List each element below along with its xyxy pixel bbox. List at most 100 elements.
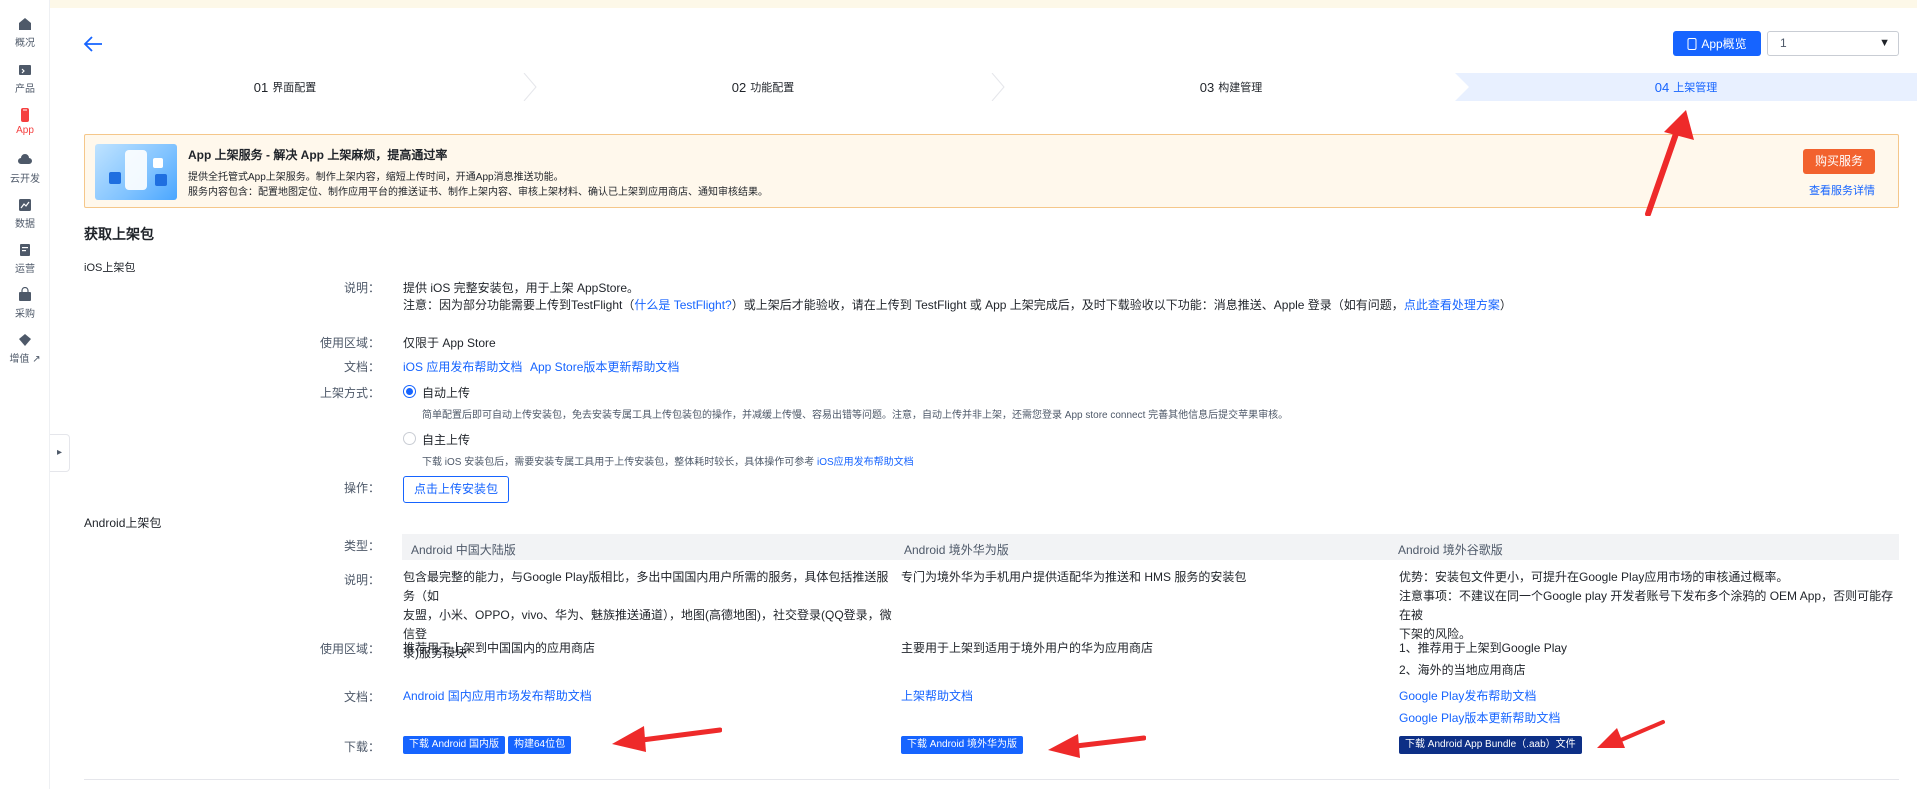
ios-desc-note: 注意：因为部分功能需要上传到TestFlight（什么是 TestFlight?… (403, 296, 1512, 313)
step-build-manage[interactable]: 03 构建管理 (1006, 73, 1456, 101)
manual-upload-desc: 下载 iOS 安装包后，需要安装专属工具用于上传安装包，整体耗时较长，具体操作可… (422, 453, 914, 468)
ios-desc-text: 提供 iOS 完整安装包，用于上架 AppStore。 (403, 281, 640, 295)
step-label: 构建管理 (1218, 82, 1263, 94)
step-release-manage[interactable]: 04 上架管理 (1455, 73, 1917, 101)
ios-subtitle: iOS上架包 (84, 262, 136, 274)
app-select[interactable]: 1 ▼ (1767, 31, 1899, 56)
step-separator (991, 73, 1005, 101)
step-label: 界面配置 (272, 82, 317, 94)
google-play-doc-link[interactable]: Google Play发布帮助文档 (1399, 687, 1536, 706)
buy-service-button[interactable]: 购买服务 (1803, 149, 1875, 174)
phone-icon (1687, 37, 1697, 50)
rail-item-app[interactable]: App (0, 105, 50, 145)
download-android-cn-button[interactable]: 下载 Android 国内版 (403, 736, 506, 754)
banner-service-content: 服务内容包含：配置地图定位、制作应用平台的推送证书、制作上架内容、审核上架材料、… (188, 187, 768, 198)
ios-release-doc-link[interactable]: iOS 应用发布帮助文档 (403, 358, 522, 375)
manual-upload-radio[interactable] (403, 432, 416, 445)
service-detail-link[interactable]: 查看服务详情 (1809, 182, 1875, 198)
step-number: 01 (253, 79, 269, 95)
rail-item-overview[interactable]: 概况 (0, 14, 50, 54)
cloud-icon (18, 154, 32, 164)
product-icon (19, 65, 31, 75)
left-rail: 概况 产品 App 云开发 数据 运营 采购 增值 ↗ (0, 0, 50, 789)
banner-title: App 上架服务 - 解决 App 上架麻烦，提高通过率 (188, 148, 448, 162)
upload-package-button[interactable]: 点击上传安装包 (403, 476, 509, 503)
step-function-config[interactable]: 02 功能配置 (538, 73, 988, 101)
banner-description: 提供全托管式App上架服务。制作上架内容，缩短上传时间，开通App消息推送功能。 (188, 172, 564, 183)
ios-note-text: 注意：因为部分功能需要上传到TestFlight（ (403, 298, 635, 312)
step-number: 03 (1199, 79, 1215, 95)
app-icon (21, 108, 29, 122)
region-line: 2、海外的当地应用商店 (1399, 663, 1526, 677)
step-label: 功能配置 (750, 82, 795, 94)
ios-doc-label: 文档： (343, 360, 380, 374)
back-arrow-icon[interactable] (82, 34, 104, 54)
service-illustration (95, 144, 177, 200)
android-cn-doc-link[interactable]: Android 国内应用市场发布帮助文档 (403, 687, 592, 706)
operation-icon (20, 244, 30, 256)
rail-item-label: App (16, 125, 34, 136)
annotation-arrow (1048, 734, 1146, 758)
rail-item-purchase[interactable]: 采购 (0, 285, 50, 325)
step-label: 上架管理 (1673, 82, 1718, 94)
manual-upload-text: 下载 iOS 安装包后，需要安装专属工具用于上传安装包，整体耗时较长，具体操作可… (422, 457, 815, 468)
annotation-arrow (1597, 720, 1665, 748)
download-android-huawei-button[interactable]: 下载 Android 境外华为版 (901, 736, 1024, 754)
rail-item-data[interactable]: 数据 (0, 195, 50, 235)
ios-region-value: 仅限于 App Store (403, 336, 496, 350)
build-64bit-button[interactable]: 构建64位包 (508, 736, 572, 754)
rail-item-label: 采购 (15, 309, 35, 320)
download-aab-button[interactable]: 下载 Android App Bundle（.aab）文件 (1399, 736, 1582, 754)
android-huawei-region: 主要用于上架到适用于境外用户的华为应用商店 (901, 641, 1154, 655)
rail-item-label: 概况 (15, 38, 35, 49)
android-google-title: Android 境外谷歌版 (1398, 543, 1503, 557)
step-number: 02 (731, 79, 747, 95)
desc-line: 包含最完整的能力，与Google Play版相比，多出中国国内用户所需的服务，具… (403, 570, 889, 603)
service-banner: App 上架服务 - 解决 App 上架麻烦，提高通过率 提供全托管式App上架… (84, 134, 1899, 208)
annotation-arrow (612, 726, 722, 752)
sidebar-toggle-button[interactable]: ▸ (50, 434, 70, 472)
auto-upload-desc: 简单配置后即可自动上传安装包，免去安装专属工具上传包装包的操作，并减缓上传慢、容… (422, 410, 1289, 421)
rail-item-operation[interactable]: 运营 (0, 240, 50, 280)
android-cn-title: Android 中国大陆版 (411, 543, 516, 557)
android-google-region: 1、推荐用于上架到Google Play 2、海外的当地应用商店 (1399, 639, 1567, 680)
auto-upload-label[interactable]: 自动上传 (422, 384, 470, 401)
android-type-header: Android 中国大陆版 Android 境外华为版 Android 境外谷歌… (402, 534, 1899, 560)
value-added-icon (19, 334, 31, 346)
solution-link[interactable]: 点此查看处理方案 (1404, 298, 1500, 312)
ios-action-label: 操作： (343, 481, 380, 495)
appstore-update-doc-link[interactable]: App Store版本更新帮助文档 (530, 358, 679, 375)
rail-item-label: 增值 ↗ (9, 354, 41, 365)
android-huawei-title: Android 境外华为版 (904, 543, 1009, 557)
rail-item-value-added[interactable]: 增值 ↗ (0, 330, 50, 370)
annotation-arrow (1645, 110, 1694, 216)
android-cn-region: 推荐用于上架到中国国内的应用商店 (403, 641, 596, 655)
rail-item-cloud[interactable]: 云开发 (0, 150, 50, 190)
android-google-desc: 优势：安装包文件更小，可提升在Google Play应用市场的审核通过概率。 注… (1399, 568, 1899, 644)
section-title: 获取上架包 (84, 226, 154, 242)
huawei-doc-link[interactable]: 上架帮助文档 (901, 687, 973, 706)
section-divider (84, 779, 1899, 780)
app-overview-button[interactable]: App概览 (1673, 31, 1761, 56)
purchase-icon (19, 287, 31, 301)
google-play-update-doc-link[interactable]: Google Play版本更新帮助文档 (1399, 709, 1560, 728)
desc-line: 优势：安装包文件更小，可提升在Google Play应用市场的审核通过概率。 (1399, 570, 1789, 584)
rail-item-product[interactable]: 产品 (0, 60, 50, 100)
top-notice-strip (50, 0, 1917, 8)
android-doc-label: 文档： (343, 690, 380, 704)
manual-upload-label[interactable]: 自主上传 (422, 431, 470, 448)
app-select-value: 1 (1780, 36, 1787, 50)
ios-note-text: ） (1499, 298, 1512, 312)
ios-release-doc-link[interactable]: iOS应用发布帮助文档 (817, 457, 914, 468)
testflight-link[interactable]: 什么是 TestFlight? (634, 298, 731, 312)
desc-line: 专门为境外华为手机用户提供适配华为推送和 HMS 服务的安装包 (901, 570, 1247, 584)
step-interface-config[interactable]: 01 界面配置 (50, 73, 520, 101)
auto-upload-radio[interactable] (403, 385, 416, 398)
desc-line: 注意事项：不建议在同一个Google play 开发者账号下发布多个涂鸦的 OE… (1399, 589, 1894, 622)
ios-desc-label: 说明： (343, 281, 380, 295)
android-huawei-desc: 专门为境外华为手机用户提供适配华为推送和 HMS 服务的安装包 (901, 568, 1381, 587)
external-link-icon: ↗ (32, 354, 41, 365)
step-bar: 01 界面配置 02 功能配置 03 构建管理 04 上架管理 (50, 73, 1917, 101)
android-subtitle: Android上架包 (84, 516, 162, 530)
chart-icon (19, 199, 31, 211)
